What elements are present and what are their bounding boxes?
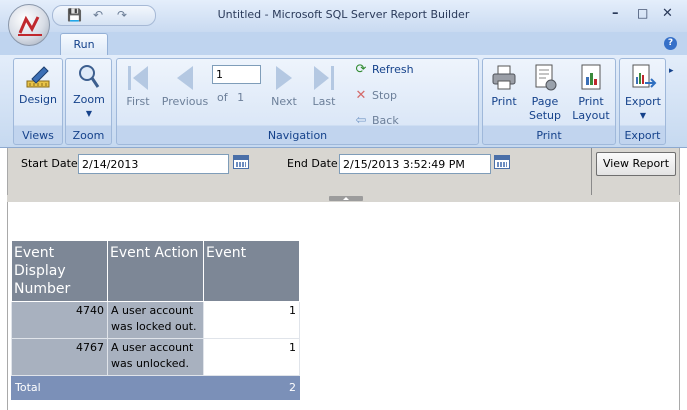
export-button[interactable]: Export ▼ <box>623 63 663 123</box>
first-label: First <box>126 95 150 108</box>
event-count-cell: 1 <box>203 338 300 376</box>
first-page-icon <box>128 66 148 90</box>
print-group-label: Print <box>536 129 562 142</box>
total-empty-cell <box>107 375 204 400</box>
first-page-button[interactable]: First <box>121 63 155 109</box>
window-title: Untitled - Microsoft SQL Server Report B… <box>217 8 470 21</box>
refresh-button[interactable]: ⟳ Refresh <box>353 61 414 79</box>
total-row: Total 2 <box>11 375 300 400</box>
zoom-group-label: Zoom <box>72 129 105 142</box>
page-of-text: of 1 <box>217 89 244 107</box>
export-label: Export <box>624 95 661 108</box>
close-button[interactable]: ✕ <box>662 6 673 21</box>
start-date-label: Start Date <box>21 157 78 170</box>
collapse-parameters-handle[interactable] <box>329 196 363 201</box>
table-row: 4740 A user account was locked out. 1 <box>11 301 300 339</box>
navigation-group: First Previous of 1 Next Last ⟳ Refresh ✕… <box>116 58 479 145</box>
stop-icon: ✕ <box>355 88 367 103</box>
application-button[interactable] <box>8 4 50 46</box>
stop-button[interactable]: ✕ Stop <box>353 87 397 105</box>
print-layout-label: Print Layout <box>572 95 610 122</box>
design-icon <box>26 66 50 88</box>
minimize-button[interactable]: – <box>612 6 619 21</box>
title-bar: 💾 ↶ ↷ Untitled - Microsoft SQL Server Re… <box>0 0 687 32</box>
end-date-label: End Date <box>287 157 338 170</box>
event-action-cell: A user account was locked out. <box>107 301 204 339</box>
print-button[interactable]: Print <box>486 63 522 109</box>
help-icon[interactable]: ? <box>664 37 677 50</box>
header-event: Event <box>203 240 300 302</box>
end-date-calendar-icon[interactable] <box>494 155 510 169</box>
previous-page-icon <box>177 66 193 90</box>
next-page-button[interactable]: Next <box>267 63 301 109</box>
start-date-input[interactable] <box>78 154 229 174</box>
next-page-icon <box>276 66 292 90</box>
event-action-cell: A user account was unlocked. <box>107 338 204 376</box>
header-event-action: Event Action <box>107 240 204 302</box>
zoom-group: Zoom ▼ Zoom <box>65 58 112 145</box>
event-count-cell: 1 <box>203 301 300 339</box>
print-label: Print <box>491 95 517 108</box>
zoom-label: Zoom <box>73 93 105 106</box>
refresh-icon: ⟳ <box>355 62 367 77</box>
export-group-label: Export <box>624 129 661 142</box>
tab-run[interactable]: Run <box>60 33 108 56</box>
stop-label: Stop <box>372 89 398 102</box>
end-date-input[interactable] <box>339 154 491 174</box>
ribbon-scroll-right-icon[interactable]: ▸ <box>669 66 674 76</box>
page-number-input[interactable] <box>212 65 261 84</box>
last-label: Last <box>312 95 336 108</box>
table-row: 4767 A user account was unlocked. 1 <box>11 338 300 376</box>
views-group-label: Views <box>22 129 54 142</box>
parameter-divider <box>591 148 592 195</box>
total-label-cell: Total <box>11 375 108 400</box>
page-setup-label: Page Setup <box>528 95 562 122</box>
back-arrow-icon: ⇦ <box>355 113 367 128</box>
event-number-cell: 4740 <box>11 301 108 339</box>
views-group: Design Views <box>13 58 63 145</box>
page-setup-icon <box>535 64 557 91</box>
print-group: Print Page Setup Print Layout Print <box>482 58 616 145</box>
design-label: Design <box>19 93 57 106</box>
zoom-dropdown-arrow-icon: ▼ <box>85 109 93 118</box>
back-label: Back <box>372 114 399 127</box>
total-value-cell: 2 <box>203 375 300 400</box>
next-label: Next <box>271 95 297 108</box>
print-layout-icon <box>581 64 601 90</box>
of-label: of <box>217 91 228 104</box>
export-icon <box>632 64 657 88</box>
event-number-cell: 4767 <box>11 338 108 376</box>
zoom-button[interactable]: Zoom ▼ <box>69 63 109 121</box>
total-pages: 1 <box>237 91 245 104</box>
page-setup-button[interactable]: Page Setup <box>525 63 565 123</box>
maximize-button[interactable]: □ <box>637 6 648 20</box>
print-layout-button[interactable]: Print Layout <box>569 63 613 123</box>
previous-label: Previous <box>161 95 209 108</box>
start-date-calendar-icon[interactable] <box>233 155 249 169</box>
back-button[interactable]: ⇦ Back <box>353 112 399 130</box>
navigation-group-label: Navigation <box>267 129 328 142</box>
header-event-display-number: Event Display Number <box>11 240 108 302</box>
design-button[interactable]: Design <box>18 63 58 107</box>
report-builder-logo-icon <box>18 15 42 36</box>
last-page-icon <box>314 66 334 90</box>
magnifier-icon <box>79 65 100 88</box>
previous-page-button[interactable]: Previous <box>161 63 209 109</box>
refresh-label: Refresh <box>372 63 414 76</box>
export-dropdown-arrow-icon: ▼ <box>639 111 647 120</box>
view-report-button[interactable]: View Report <box>596 152 676 176</box>
export-group: Export ▼ Export <box>619 58 666 145</box>
last-page-button[interactable]: Last <box>307 63 341 109</box>
report-table: Event Display Number Event Action Event … <box>11 240 300 400</box>
printer-icon <box>492 65 516 90</box>
table-header-row: Event Display Number Event Action Event <box>11 240 300 302</box>
